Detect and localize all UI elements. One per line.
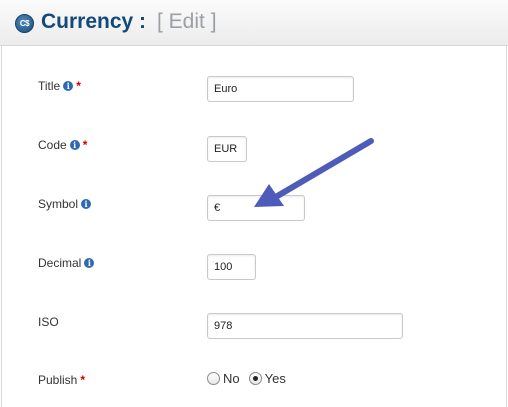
publish-yes-label[interactable]: Yes [265, 371, 286, 386]
symbol-label-text: Symbol [38, 197, 79, 211]
decimal-input[interactable] [207, 254, 256, 280]
iso-input[interactable] [207, 313, 403, 339]
title-input[interactable] [207, 76, 354, 102]
page-header: C$ Currency : [ Edit ] [0, 0, 508, 46]
required-marker: * [80, 373, 86, 387]
info-icon[interactable]: i [81, 199, 92, 209]
publish-no-radio[interactable] [207, 371, 220, 385]
currency-logo-icon: C$ [15, 14, 34, 33]
radio-selected-dot [252, 375, 258, 381]
frame-left-border [1, 46, 2, 407]
annotation-arrow-icon [254, 138, 374, 207]
decimal-label-text: Decimal [38, 256, 82, 270]
page-subtitle: [ Edit ] [157, 10, 217, 33]
iso-label: ISO [38, 315, 59, 329]
publish-radio-group: No Yes [207, 370, 295, 386]
info-icon[interactable]: i [63, 81, 74, 91]
required-marker: * [82, 138, 88, 152]
publish-label-text: Publish [38, 373, 78, 387]
decimal-label: Decimal i [38, 256, 95, 270]
code-label: Code i * [38, 138, 87, 152]
info-icon[interactable]: i [69, 140, 80, 150]
frame-right-border [506, 46, 507, 407]
required-marker: * [76, 79, 81, 93]
page-title: Currency : [41, 10, 147, 33]
symbol-label: Symbol i [38, 197, 92, 211]
publish-yes-radio[interactable] [248, 371, 262, 385]
publish-label: Publish * [38, 373, 85, 387]
iso-label-text: ISO [38, 315, 59, 329]
title-label-text: Title [38, 79, 61, 93]
code-label-text: Code [38, 138, 67, 152]
info-icon[interactable]: i [84, 258, 95, 268]
publish-no-label[interactable]: No [223, 371, 240, 386]
title-label: Title i * [38, 79, 81, 93]
